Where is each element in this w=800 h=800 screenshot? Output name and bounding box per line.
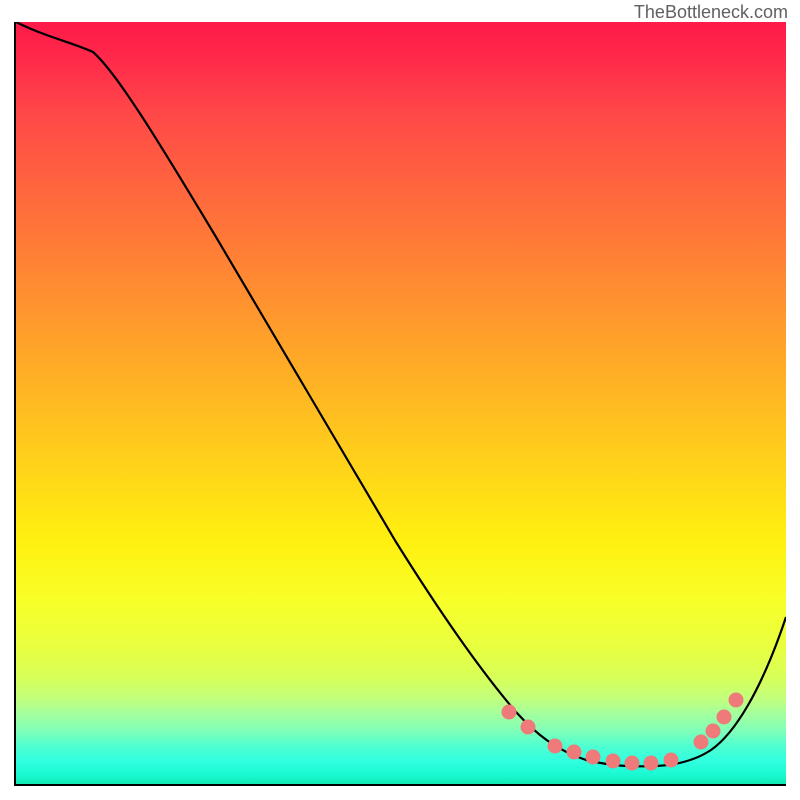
marker-dot (694, 735, 709, 750)
marker-dots-group (502, 693, 744, 771)
marker-dot (521, 720, 536, 735)
marker-dot (606, 754, 621, 769)
marker-dot (664, 753, 679, 768)
marker-dot (644, 756, 659, 771)
bottleneck-curve-path (16, 22, 786, 766)
marker-dot (729, 693, 744, 708)
attribution-text: TheBottleneck.com (634, 2, 788, 23)
marker-dot (567, 745, 582, 760)
chart-container: TheBottleneck.com (0, 0, 800, 800)
marker-dot (548, 739, 563, 754)
curve-svg (16, 22, 786, 784)
marker-dot (502, 705, 517, 720)
marker-dot (717, 710, 732, 725)
marker-dot (706, 724, 721, 739)
plot-area (14, 22, 786, 786)
marker-dot (625, 756, 640, 771)
marker-dot (586, 750, 601, 765)
